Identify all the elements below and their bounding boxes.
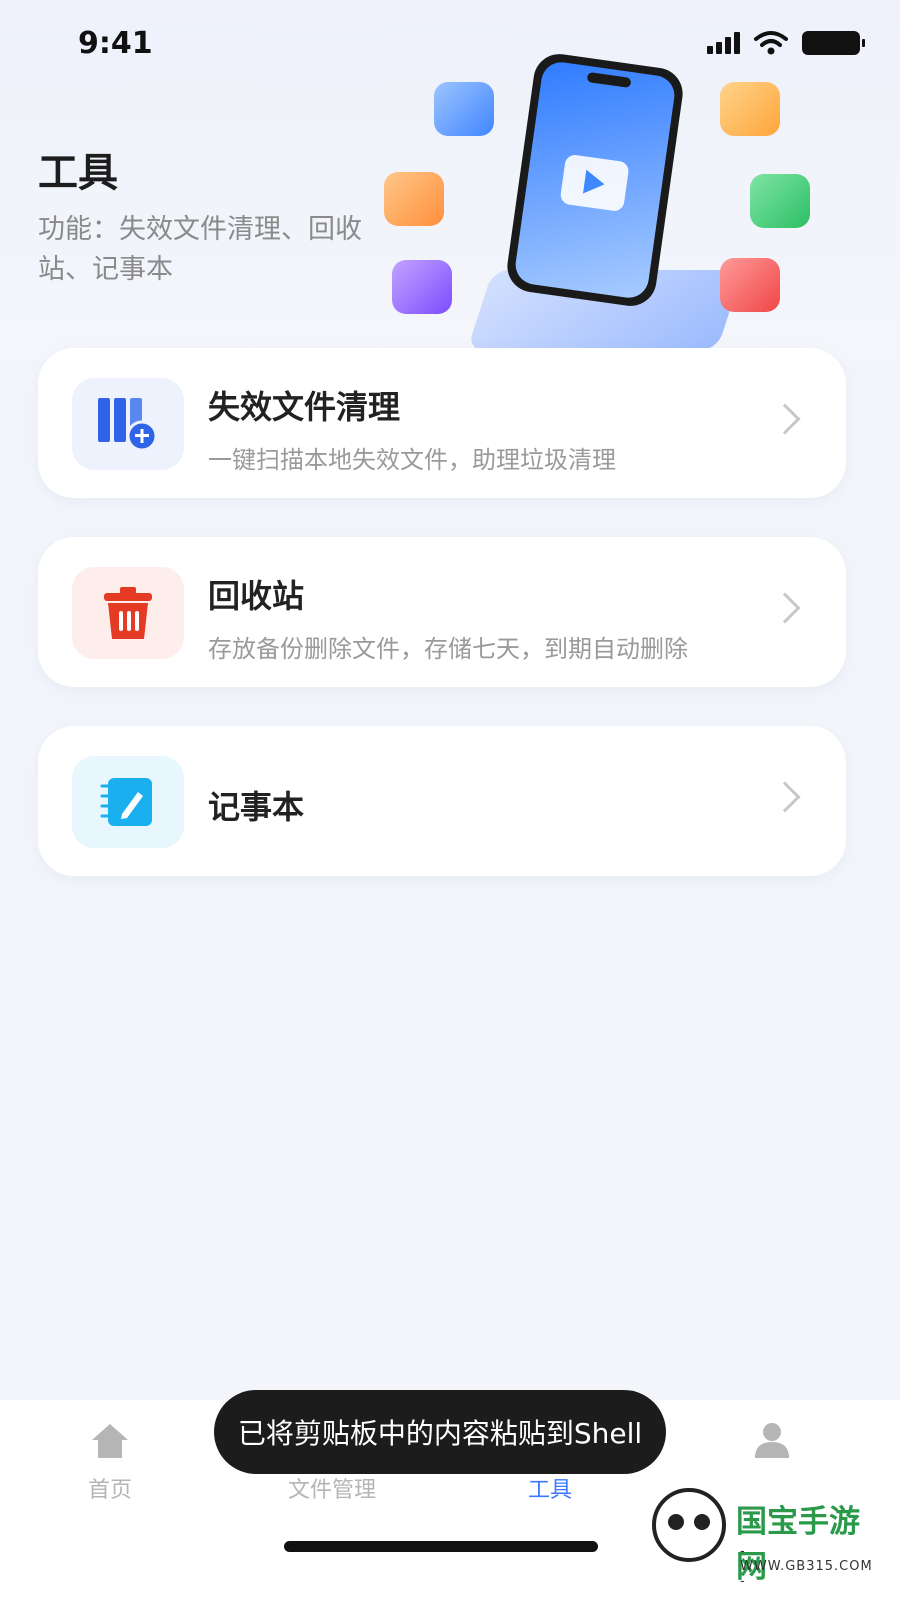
- contact-float-icon: [720, 82, 780, 136]
- card-recycle-bin[interactable]: 回收站 存放备份删除文件，存储七天，到期自动删除: [38, 537, 846, 687]
- card-title: 失效文件清理: [208, 388, 401, 426]
- tab-label: 工具: [527, 1478, 572, 1503]
- watermark-url: - WWW.GB315.COM -: [740, 1544, 873, 1589]
- card-notepad[interactable]: 记事本: [38, 726, 846, 876]
- card-file-clean[interactable]: 失效文件清理 一键扫描本地失效文件，助理垃圾清理: [38, 348, 846, 498]
- video-float-icon: [392, 260, 452, 314]
- card-description: 一键扫描本地失效文件，助理垃圾清理: [208, 446, 616, 474]
- document-float-icon: [434, 82, 494, 136]
- status-time: 9:41: [78, 26, 153, 61]
- chevron-right-icon: [769, 403, 801, 435]
- tab-label: 文件管理: [287, 1478, 376, 1503]
- page-title: 工具: [38, 150, 118, 196]
- home-indicator: [284, 1541, 598, 1552]
- panda-logo-icon: [652, 1488, 726, 1562]
- watermark-logo: 国宝手游网 - WWW.GB315.COM -: [636, 1478, 882, 1589]
- toast-message: 已将剪贴板中的内容粘贴到Shell: [214, 1390, 666, 1474]
- tab-home[interactable]: 首页: [30, 1420, 190, 1504]
- card-title: 回收站: [208, 577, 305, 615]
- tab-label: 首页: [87, 1478, 132, 1503]
- notepad-icon: [72, 756, 184, 848]
- video-play-icon: [559, 153, 630, 213]
- chevron-right-icon: [769, 781, 801, 813]
- pdf-float-icon: [720, 258, 780, 312]
- card-description: 存放备份删除文件，存储七天，到期自动删除: [208, 635, 688, 663]
- phone-call-float-icon: [750, 174, 810, 228]
- home-icon: [92, 1424, 128, 1458]
- music-float-icon: [384, 172, 444, 226]
- chevron-right-icon: [769, 592, 801, 624]
- trash-icon: [72, 567, 184, 659]
- header-illustration: [320, 40, 900, 350]
- user-icon: [755, 1423, 789, 1458]
- card-title: 记事本: [208, 788, 305, 826]
- file-clean-icon: [72, 378, 184, 470]
